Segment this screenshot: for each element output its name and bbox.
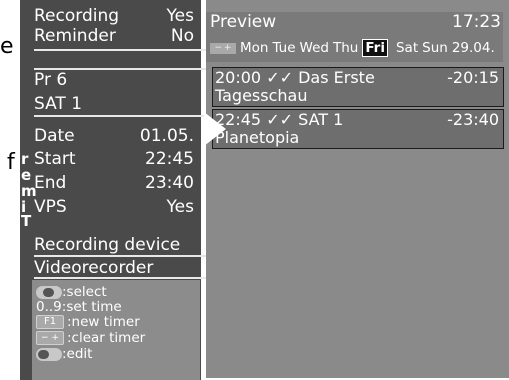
- day-sun[interactable]: Sun: [422, 40, 448, 56]
- reminder-value: No: [170, 26, 194, 46]
- vps-value: Yes: [166, 197, 194, 217]
- programme-number[interactable]: Pr 6: [34, 70, 194, 90]
- help-edit: :edit: [36, 347, 92, 362]
- videorecorder-text: Videorecorder: [34, 258, 154, 278]
- digit-key: 0..9: [36, 299, 62, 315]
- entry-end: -23:40: [447, 110, 499, 129]
- date-label: Date: [34, 126, 75, 146]
- start-value: 22:45: [145, 149, 194, 169]
- divider: [34, 115, 206, 117]
- timer-title-letter: m: [21, 182, 37, 200]
- vps-row[interactable]: VPS Yes: [34, 197, 194, 217]
- f1-key-icon: F1: [36, 315, 64, 329]
- channel-label: SAT 1: [34, 94, 83, 114]
- day-thu[interactable]: Thu: [333, 40, 358, 56]
- entry-line: 20:00 ✓✓ Das Erste: [215, 69, 375, 87]
- help-new-timer-text: :new timer: [67, 314, 140, 330]
- help-select-text: :select: [62, 284, 107, 300]
- help-clear-timer: − +:clear timer: [36, 331, 145, 346]
- recording-value: Yes: [166, 6, 194, 26]
- day-sat[interactable]: Sat: [396, 40, 418, 56]
- entry-channel: SAT 1: [298, 110, 344, 129]
- programme-entry[interactable]: 20:00 ✓✓ Das Erste -20:15 Tagesschau: [212, 67, 504, 107]
- start-row[interactable]: Start 22:45: [34, 149, 194, 169]
- recording-device-label: Recording device: [34, 235, 194, 255]
- help-new-timer: F1:new timer: [36, 315, 140, 330]
- minus-plus-key-icon: − +: [210, 42, 236, 54]
- channel-name[interactable]: SAT 1: [34, 94, 194, 114]
- help-select: :select: [36, 285, 107, 300]
- help-clear-timer-text: :clear timer: [67, 330, 146, 346]
- day-tue[interactable]: Tue: [272, 40, 295, 56]
- timer-title-letter: r: [21, 150, 29, 168]
- entry-title: Tagesschau: [215, 86, 308, 105]
- reminder-label: Reminder: [34, 26, 116, 46]
- entry-channel: Das Erste: [298, 68, 375, 87]
- recording-row[interactable]: Recording Yes: [34, 6, 194, 26]
- preview-date: 29.04.: [451, 40, 495, 56]
- start-label: Start: [34, 149, 76, 169]
- date-value: 01.05.: [139, 126, 194, 146]
- preview-title: Preview: [210, 12, 277, 32]
- selection-pointer-icon: [204, 112, 226, 146]
- end-row[interactable]: End 23:40: [34, 173, 194, 193]
- date-row[interactable]: Date 01.05.: [34, 126, 194, 146]
- divider: [34, 277, 206, 279]
- help-box: :select 0..9:set time F1:new timer − +:c…: [32, 280, 200, 380]
- up-down-key-icon: [36, 285, 62, 299]
- vps-label: VPS: [34, 197, 67, 217]
- help-set-time: 0..9:set time: [36, 300, 122, 315]
- check-icon: ✓✓: [266, 110, 294, 129]
- end-value: 23:40: [145, 173, 194, 193]
- entry-line: 22:45 ✓✓ SAT 1: [215, 111, 343, 129]
- day-selector[interactable]: − + Mon Tue Wed Thu Fri Sat Sun 29.04.: [210, 39, 499, 57]
- divider: [34, 255, 206, 257]
- timer-title-letter: e: [21, 166, 32, 184]
- divider: [34, 49, 206, 51]
- help-set-time-text: :set time: [61, 299, 122, 315]
- day-wed[interactable]: Wed: [300, 40, 329, 56]
- entry-start: 20:00: [215, 68, 262, 87]
- minus-plus-key-icon: − +: [36, 331, 64, 345]
- day-mon[interactable]: Mon: [240, 40, 268, 56]
- timer-title-letter: i: [21, 198, 27, 216]
- clock: 17:23: [452, 12, 501, 32]
- recording-device-text: Recording device: [34, 235, 181, 255]
- programme-label: Pr 6: [34, 70, 68, 90]
- reminder-row[interactable]: Reminder No: [34, 26, 194, 46]
- outside-letter-f: f: [7, 150, 15, 175]
- ok-key-icon: [36, 347, 62, 361]
- day-fri-selected[interactable]: Fri: [362, 39, 388, 57]
- timer-title-letter: T: [21, 212, 32, 230]
- check-icon: ✓✓: [266, 68, 294, 87]
- recording-device-value[interactable]: Videorecorder: [34, 258, 194, 278]
- recording-label: Recording: [34, 6, 120, 26]
- entry-end: -20:15: [447, 68, 499, 87]
- outside-letter-e: e: [0, 34, 14, 59]
- entry-title: Planetopia: [215, 128, 300, 147]
- end-label: End: [34, 173, 67, 193]
- help-edit-text: :edit: [62, 346, 93, 362]
- programme-entry[interactable]: 22:45 ✓✓ SAT 1 -23:40 Planetopia: [212, 109, 504, 149]
